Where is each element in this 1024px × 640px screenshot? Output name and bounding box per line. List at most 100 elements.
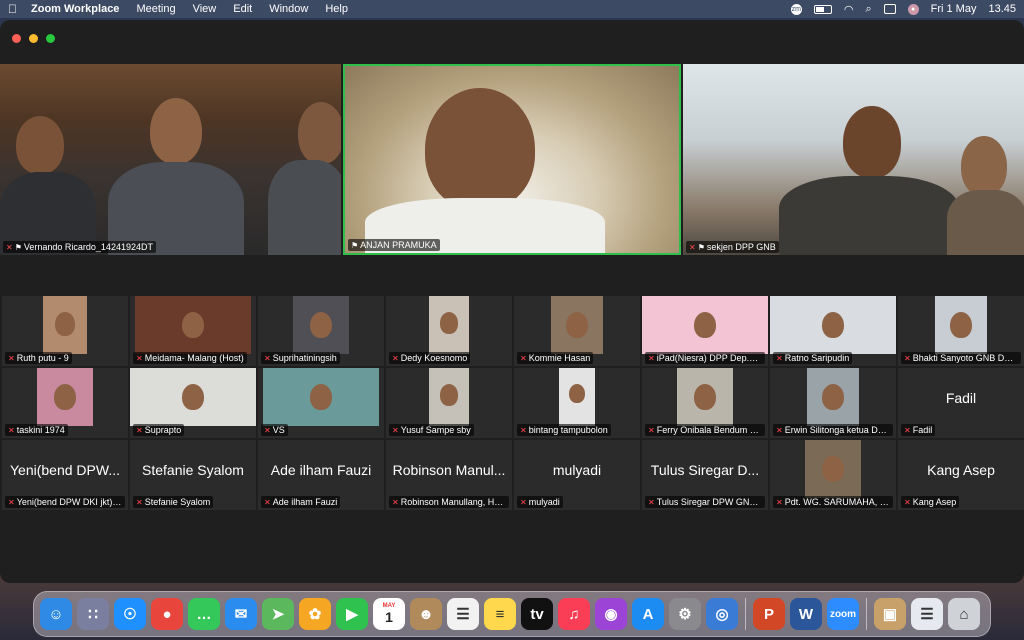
menu-view[interactable]: View xyxy=(193,0,217,18)
participant-name-label: ✕ iPad(Niesra) DPP Dep.Hu... xyxy=(645,352,765,364)
notes-icon[interactable]: ≡ xyxy=(484,598,516,630)
participant-name-label: ✕ Suprapto xyxy=(133,424,185,436)
messages-icon[interactable]: … xyxy=(188,598,220,630)
participant-tile[interactable]: ✕ Erwin Silitonga ketua DP... xyxy=(770,368,896,438)
calendar-icon[interactable]: MAY 1 xyxy=(373,598,405,630)
network-utility-icon[interactable]: ◎ xyxy=(706,598,738,630)
participant-tile[interactable]: ✕ Pdt. WG. SARUMAHA, M.Th xyxy=(770,440,896,510)
battery-icon[interactable] xyxy=(813,4,832,14)
menu-edit[interactable]: Edit xyxy=(233,0,252,18)
podcasts-icon[interactable]: ◉ xyxy=(595,598,627,630)
muted-mic-icon: ✕ xyxy=(136,354,143,363)
menubar-time[interactable]: 13.45 xyxy=(988,3,1016,15)
participant-tile[interactable]: ✕ VS xyxy=(258,368,384,438)
participant-person xyxy=(440,384,458,406)
participant-tile[interactable]: Stefanie Syalom ✕ Stefanie Syalom xyxy=(130,440,256,510)
participant-tile[interactable]: Tulus Siregar D... ✕ Tulus Siregar DPW GNB… xyxy=(642,440,768,510)
participant-name: Yusuf Sampe sby xyxy=(400,425,471,435)
fullscreen-window-button[interactable] xyxy=(46,34,55,43)
word-icon[interactable]: W xyxy=(790,598,822,630)
participant-tile[interactable]: ✕ Ratno Saripudin xyxy=(770,296,896,366)
participant-tile[interactable]: ✕ Suprihatiningsih xyxy=(258,296,384,366)
control-center-icon[interactable] xyxy=(883,4,896,14)
participant-name: taskini 1974 xyxy=(16,425,65,435)
participant-name-label: ✕ Ruth putu - 9 xyxy=(5,352,72,364)
menubar-date[interactable]: Fri 1 May xyxy=(931,3,977,15)
participant-name-label: ✕ Suprihatiningsih xyxy=(261,352,340,364)
zoom-tray-icon[interactable]: zm xyxy=(790,3,802,15)
spotlight-search-icon[interactable]: ⌕ xyxy=(865,3,871,16)
facetime-icon[interactable]: ▶ xyxy=(336,598,368,630)
participant-tile[interactable]: Kang Asep ✕ Kang Asep xyxy=(898,440,1024,510)
participant-tile[interactable]: Fadil ✕ Fadil xyxy=(898,368,1024,438)
participant-tile[interactable]: ✕ Bhakti Sanyoto GNB DPW... xyxy=(898,296,1024,366)
participant-tile[interactable]: ✕ taskini 1974 xyxy=(2,368,128,438)
participant-tile[interactable]: ✕ bintang tampubolon xyxy=(514,368,640,438)
participant-name: Fadil xyxy=(912,425,933,435)
participant-tile[interactable]: ✕ Kommie Hasan xyxy=(514,296,640,366)
participant-person xyxy=(822,312,844,339)
safari-icon[interactable]: ☉ xyxy=(114,598,146,630)
launchpad-icon[interactable]: ∷ xyxy=(77,598,109,630)
participant-name: Ferry Onibala Bendum DPP xyxy=(656,425,765,435)
participant-name: Suprapto xyxy=(144,425,182,435)
participant-person xyxy=(54,384,76,411)
participant-tile[interactable]: ✕ Ferry Onibala Bendum DPP xyxy=(642,368,768,438)
participant-video-vernando[interactable]: ✕ ⚑ Vernando Ricardo_14241924DT xyxy=(0,64,341,255)
close-window-button[interactable] xyxy=(12,34,21,43)
user-avatar-icon[interactable]: ● xyxy=(907,3,919,15)
participant-tile[interactable]: Ade ilham Fauzi ✕ Ade ilham Fauzi xyxy=(258,440,384,510)
participant-person xyxy=(822,456,844,483)
trash-icon[interactable]: ⌂ xyxy=(948,598,980,630)
participant-name: VS xyxy=(272,425,285,435)
participant-tile[interactable]: ✕ Meidama- Malang (Host) xyxy=(130,296,256,366)
menu-help[interactable]: Help xyxy=(325,0,348,18)
participant-tile[interactable]: mulyadi ✕ mulyadi xyxy=(514,440,640,510)
participant-video-sekjen[interactable]: ✕ ⚑ sekjen DPP GNB xyxy=(683,64,1024,255)
app-store-icon[interactable]: A xyxy=(632,598,664,630)
participant-tile[interactable]: ✕ Suprapto xyxy=(130,368,256,438)
apple-menu-icon[interactable]:  xyxy=(8,2,17,16)
participant-name-label: ✕ Pdt. WG. SARUMAHA, M.Th xyxy=(773,496,893,508)
participant-name: iPad(Niesra) DPP Dep.Hu... xyxy=(656,353,765,363)
participant-tile[interactable]: Robinson Manul... ✕ Robinson Manullang, HU… xyxy=(386,440,512,510)
preview-icon[interactable]: ▣ xyxy=(874,598,906,630)
participant-person xyxy=(568,384,586,404)
participant-name-label: ✕ Yusuf Sampe sby xyxy=(389,424,474,436)
finder-icon[interactable]: ☺ xyxy=(40,598,72,630)
chrome-icon[interactable]: ● xyxy=(151,598,183,630)
zoom-icon[interactable]: zoom xyxy=(827,598,859,630)
system-settings-icon[interactable]: ⚙ xyxy=(669,598,701,630)
muted-mic-icon: ✕ xyxy=(264,426,271,435)
minimize-window-button[interactable] xyxy=(29,34,38,43)
participant-video-anjan[interactable]: ⚑ ANJAN PRAMUKA xyxy=(343,64,681,255)
wifi-icon[interactable]: ◠ xyxy=(844,3,854,16)
participant-video-thumbnail xyxy=(770,296,896,354)
photos-icon[interactable]: ✿ xyxy=(299,598,331,630)
participant-tile[interactable]: ✕ Yusuf Sampe sby xyxy=(386,368,512,438)
reminders-icon[interactable]: ☰ xyxy=(447,598,479,630)
apple-tv-icon[interactable]: tv xyxy=(521,598,553,630)
participant-tile[interactable]: ✕ Ruth putu - 9 xyxy=(2,296,128,366)
participant-person xyxy=(694,312,716,339)
powerpoint-icon[interactable]: P xyxy=(753,598,785,630)
menu-window[interactable]: Window xyxy=(269,0,308,18)
maps-icon[interactable]: ➤ xyxy=(262,598,294,630)
muted-mic-icon: ✕ xyxy=(8,426,15,435)
app-menu-zoom[interactable]: Zoom Workplace xyxy=(31,0,119,18)
participant-tile[interactable]: ✕ iPad(Niesra) DPP Dep.Hu... xyxy=(642,296,768,366)
participant-name-label: ✕ Dedy Koesnomo xyxy=(389,352,471,364)
participant-name: Bhakti Sanyoto GNB DPW... xyxy=(912,353,1021,363)
music-icon[interactable]: ♫ xyxy=(558,598,590,630)
muted-mic-icon: ✕ xyxy=(648,354,655,363)
participant-name: Erwin Silitonga ketua DP... xyxy=(784,425,891,435)
mail-icon[interactable]: ✉ xyxy=(225,598,257,630)
menu-meeting[interactable]: Meeting xyxy=(136,0,175,18)
participant-tile[interactable]: ✕ Dedy Koesnomo xyxy=(386,296,512,366)
participant-tile[interactable]: Yeni(bend DPW... ✕ Yeni(bend DPW DKI jkt) … xyxy=(2,440,128,510)
contacts-icon[interactable]: ☻ xyxy=(410,598,442,630)
document-icon[interactable]: ☰ xyxy=(911,598,943,630)
participant-name-label: ✕ Ade ilham Fauzi xyxy=(261,496,341,508)
muted-mic-icon: ✕ xyxy=(392,498,399,507)
participant-person xyxy=(694,384,716,411)
